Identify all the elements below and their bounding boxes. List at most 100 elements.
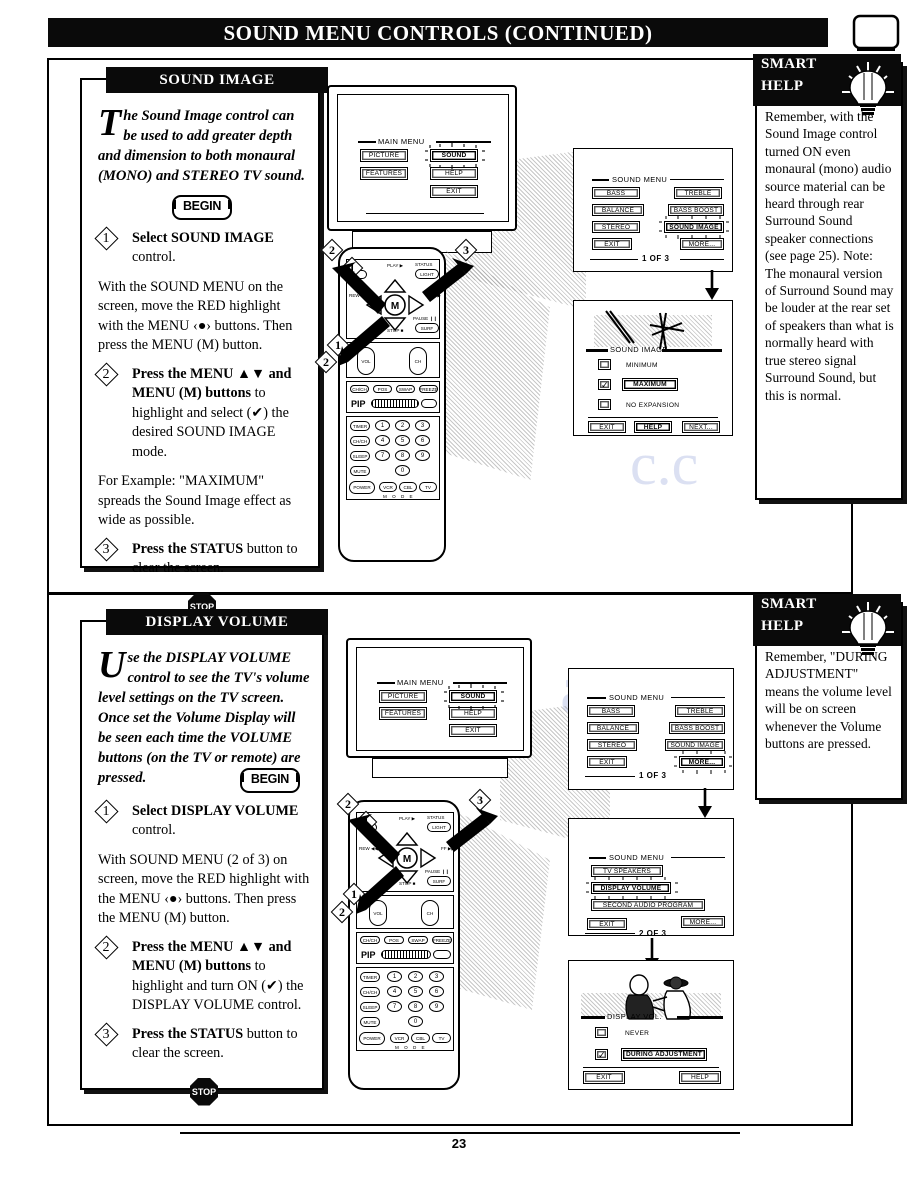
remote-mode-vcr-2[interactable]: VCR — [390, 1033, 409, 1043]
option-checkbox-during-adjustment[interactable]: ✓ — [595, 1049, 608, 1060]
sound-menu-display-volume[interactable]: DISPLAY VOLUME — [591, 882, 671, 894]
remote-num-5[interactable]: 5 — [395, 435, 410, 446]
sound-menu-stereo-1[interactable]: STEREO — [592, 221, 640, 233]
remote-mode-tv-1[interactable]: TV — [419, 482, 437, 492]
main-menu-exit-1[interactable]: EXIT — [430, 185, 478, 198]
option-checkbox-maximum[interactable]: ✓ — [598, 379, 611, 390]
sound-menu-exit-3[interactable]: EXIT — [587, 918, 627, 930]
remote-num-2[interactable]: 2 — [395, 420, 410, 431]
remote-side-key-1c[interactable]: SLEEP — [350, 451, 370, 461]
sound-menu-more-3[interactable]: MORE... — [681, 916, 725, 928]
remote-num-0[interactable]: 0 — [395, 465, 410, 476]
remote-num-9[interactable]: 9 — [415, 450, 430, 461]
submenu-help-button[interactable]: HELP — [634, 421, 672, 433]
submenu-next-button[interactable]: NEXT... — [682, 421, 720, 433]
sound-menu-exit-1[interactable]: EXIT — [592, 238, 632, 250]
remote-side-key-2d[interactable]: MUTE — [360, 1017, 380, 1027]
remote-dpad-2[interactable]: M — [377, 831, 437, 885]
main-menu-features-1[interactable]: FEATURES — [360, 167, 408, 180]
sound-menu-sound-image-1[interactable]: SOUND IMAGE — [664, 221, 724, 233]
sound-menu-bass-boost-2[interactable]: BASS BOOST — [669, 722, 725, 734]
sound-menu-bass-boost-1[interactable]: BASS BOOST — [668, 204, 724, 216]
remote-channel-rocker-1[interactable]: CH — [409, 347, 427, 375]
remote-fn-key-1c[interactable]: SWAP — [396, 385, 415, 393]
remote-mode-tv-2[interactable]: TV — [432, 1033, 451, 1043]
main-menu-help-2[interactable]: HELP — [449, 707, 497, 720]
remote-num-4[interactable]: 4 — [375, 435, 390, 446]
remote-num-2b[interactable]: 2 — [408, 971, 423, 982]
remote-pip-bar-1[interactable] — [371, 399, 419, 408]
sound-menu-title-1: SOUND MENU — [612, 175, 668, 184]
remote-num-1b[interactable]: 1 — [387, 971, 402, 982]
option-checkbox-never[interactable] — [595, 1027, 608, 1038]
remote-pip-key-1[interactable] — [421, 399, 437, 408]
option-label-maximum[interactable]: MAXIMUM — [622, 378, 678, 391]
remote-side-key-1d[interactable]: MUTE — [350, 466, 370, 476]
remote-fn-key-1a[interactable]: CH/CH — [350, 385, 369, 393]
remote-power-button-2[interactable]: POWER — [359, 1032, 385, 1045]
remote-side-key-2a[interactable]: TIMER — [360, 972, 380, 982]
remote-volume-rocker-1[interactable]: VOL — [357, 347, 375, 375]
sound-menu-exit-2[interactable]: EXIT — [587, 756, 627, 768]
remote-num-3[interactable]: 3 — [415, 420, 430, 431]
dv-submenu-help-button[interactable]: HELP — [679, 1071, 721, 1084]
option-label-during-adjustment[interactable]: DURING ADJUSTMENT — [621, 1048, 707, 1061]
main-menu-sound-2[interactable]: SOUND — [449, 690, 497, 703]
remote-fn-key-2c[interactable]: SWAP — [408, 936, 428, 944]
remote-side-key-2c[interactable]: SLEEP — [360, 1002, 380, 1012]
sound-menu-stereo-2[interactable]: STEREO — [587, 739, 637, 751]
main-menu-features-2[interactable]: FEATURES — [379, 707, 427, 720]
main-menu-picture-1[interactable]: PICTURE — [360, 149, 408, 162]
remote-mode-vcr-1[interactable]: VCR — [379, 482, 397, 492]
remote-channel-rocker-2[interactable]: CH — [421, 900, 439, 926]
sound-menu-bass-1[interactable]: BASS — [592, 187, 640, 199]
remote-num-9b[interactable]: 9 — [429, 1001, 444, 1012]
sound-menu-treble-2[interactable]: TREBLE — [675, 705, 725, 717]
remote-mode-cbl-1[interactable]: CBL — [399, 482, 417, 492]
remote-mode-label-2: M O D E — [395, 1045, 427, 1050]
sound-menu-sound-image-2[interactable]: SOUND IMAGE — [665, 739, 725, 751]
main-menu-picture-2[interactable]: PICTURE — [379, 690, 427, 703]
remote-num-6b[interactable]: 6 — [429, 986, 444, 997]
remote-num-4b[interactable]: 4 — [387, 986, 402, 997]
remote-num-8b[interactable]: 8 — [408, 1001, 423, 1012]
dv-submenu-exit-button[interactable]: EXIT — [583, 1071, 625, 1084]
option-checkbox-minimum[interactable] — [598, 359, 611, 370]
remote-pip-key-2[interactable] — [433, 950, 451, 959]
remote-num-0b[interactable]: 0 — [408, 1016, 423, 1027]
remote-num-7[interactable]: 7 — [375, 450, 390, 461]
remote-control-1: PLAY ▶ REW ◀◀ FF ▶▶ STOP ■ STATUS PAUSE … — [338, 247, 446, 562]
sound-menu-tv-speakers[interactable]: TV SPEAKERS — [591, 865, 663, 877]
remote-num-5b[interactable]: 5 — [408, 986, 423, 997]
remote-num-1[interactable]: 1 — [375, 420, 390, 431]
remote-fn-key-1d[interactable]: FREEZE — [419, 385, 438, 393]
main-menu-sound-1[interactable]: SOUND — [430, 149, 478, 162]
sound-menu-treble-1[interactable]: TREBLE — [674, 187, 722, 199]
sound-menu-second-audio-program[interactable]: SECOND AUDIO PROGRAM — [591, 899, 705, 911]
remote-side-key-2b[interactable]: CH/CH — [360, 987, 380, 997]
sound-menu-balance-1[interactable]: BALANCE — [592, 204, 644, 216]
option-checkbox-no-expansion[interactable] — [598, 399, 611, 410]
remote-num-3b[interactable]: 3 — [429, 971, 444, 982]
remote-num-7b[interactable]: 7 — [387, 1001, 402, 1012]
remote-fn-key-1b[interactable]: POS — [373, 385, 392, 393]
remote-side-key-1b[interactable]: CH/CH — [350, 436, 370, 446]
remote-power-button-1[interactable]: POWER — [349, 481, 375, 494]
remote-dpad-1[interactable]: M — [365, 278, 425, 332]
remote-fn-key-2d[interactable]: FREEZE — [432, 936, 452, 944]
sound-menu-balance-2[interactable]: BALANCE — [587, 722, 639, 734]
sound-menu-more-1[interactable]: MORE... — [680, 238, 724, 250]
remote-pip-bar-2[interactable] — [381, 950, 431, 959]
remote-fn-key-2a[interactable]: CH/CH — [360, 936, 380, 944]
remote-mode-cbl-2[interactable]: CBL — [411, 1033, 430, 1043]
sound-menu-more-2[interactable]: MORE... — [679, 756, 725, 768]
intro-text: he Sound Image control can be used to ad… — [98, 108, 305, 184]
main-menu-exit-2[interactable]: EXIT — [449, 724, 497, 737]
remote-num-6[interactable]: 6 — [415, 435, 430, 446]
remote-num-8[interactable]: 8 — [395, 450, 410, 461]
submenu-exit-button[interactable]: EXIT — [588, 421, 626, 433]
remote-side-key-1a[interactable]: TIMER — [350, 421, 370, 431]
remote-fn-key-2b[interactable]: POS — [384, 936, 404, 944]
main-menu-help-1[interactable]: HELP — [430, 167, 478, 180]
sound-menu-bass-2[interactable]: BASS — [587, 705, 635, 717]
